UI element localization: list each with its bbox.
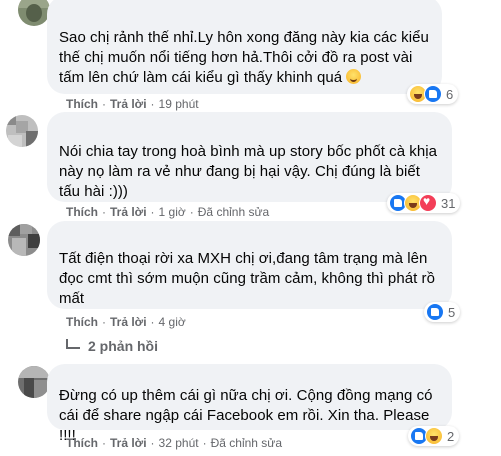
edited-label[interactable]: Đã chỉnh sửa <box>211 436 282 450</box>
reaction-summary[interactable]: 31 <box>387 193 461 213</box>
like-link[interactable]: Thích <box>66 436 98 450</box>
comment-actions: Thích · Trả lời · 4 giờ <box>66 315 186 329</box>
reaction-count: 6 <box>446 86 454 102</box>
like-link[interactable]: Thích <box>66 205 98 219</box>
comment-bubble: Đừng có up thêm cái gì nữa chị ơi. Cộng … <box>47 364 452 444</box>
view-replies-link[interactable]: 2 phản hồi <box>66 338 158 354</box>
edited-label[interactable]: Đã chỉnh sửa <box>198 205 269 219</box>
reaction-count: 31 <box>441 195 456 211</box>
smile-emoji-icon <box>346 69 362 84</box>
like-link[interactable]: Thích <box>66 97 98 111</box>
comment-actions: Thích · Trả lời · 32 phút · Đã chỉnh sửa <box>66 436 282 450</box>
replies-count[interactable]: 2 phản hồi <box>88 338 158 354</box>
comment-text: Nói chia tay trong hoà bình mà up story … <box>59 143 438 200</box>
comment-bubble: Nói chia tay trong hoà bình mà up story … <box>47 112 452 202</box>
avatar[interactable] <box>18 366 50 398</box>
reaction-summary[interactable]: 2 <box>408 426 460 446</box>
comment-text: Sao chị rảnh thế nhỉ.Ly hôn xong đăng nà… <box>59 29 429 86</box>
like-reaction-icon <box>426 303 444 321</box>
reply-link[interactable]: Trả lời <box>110 436 147 450</box>
timestamp[interactable]: 32 phút <box>159 436 199 450</box>
reaction-summary[interactable]: 5 <box>424 302 461 322</box>
avatar[interactable] <box>8 224 40 256</box>
reply-link[interactable]: Trả lời <box>110 205 147 219</box>
reaction-summary[interactable]: 6 <box>407 84 459 104</box>
reaction-count: 5 <box>448 304 456 320</box>
love-reaction-icon <box>419 194 437 212</box>
avatar[interactable] <box>18 0 50 26</box>
timestamp[interactable]: 1 giờ <box>159 205 186 219</box>
reaction-count: 2 <box>447 428 455 444</box>
reply-link[interactable]: Trả lời <box>110 315 147 329</box>
comment-actions: Thích · Trả lời · 19 phút <box>66 97 199 111</box>
timestamp[interactable]: 4 giờ <box>159 315 186 329</box>
like-link[interactable]: Thích <box>66 315 98 329</box>
reply-link[interactable]: Trả lời <box>110 97 147 111</box>
author-name-redacted <box>59 118 169 128</box>
comment-bubble: Sao chị rảnh thế nhỉ.Ly hôn xong đăng nà… <box>47 0 442 94</box>
timestamp[interactable]: 19 phút <box>159 97 199 111</box>
like-reaction-icon <box>424 85 442 103</box>
author-name-redacted <box>59 227 179 237</box>
comment-text: Tất điện thoại rời xa MXH chị ơi,đang tâ… <box>59 250 435 307</box>
avatar[interactable] <box>6 115 38 147</box>
comment-actions: Thích · Trả lời · 1 giờ · Đã chỉnh sửa <box>66 205 270 219</box>
author-name-redacted <box>59 370 189 380</box>
haha-reaction-icon <box>425 427 443 445</box>
comment-bubble: Tất điện thoại rời xa MXH chị ơi,đang tâ… <box>47 221 452 309</box>
reply-arrow-icon <box>66 339 80 349</box>
